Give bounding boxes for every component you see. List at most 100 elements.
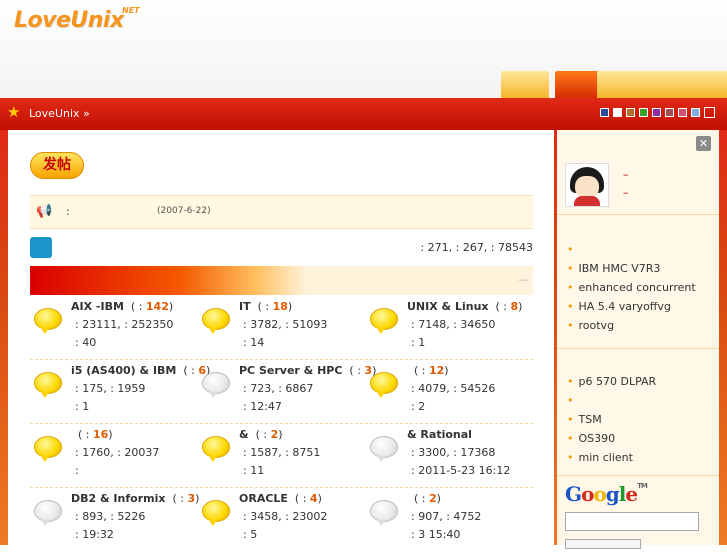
stats-icon — [30, 237, 52, 258]
forum-title[interactable]: UNIX & Linux ( : 8) — [407, 300, 522, 313]
nav-tab-4[interactable] — [639, 71, 687, 98]
main-content: 发帖 📢 : (2007-6-22) : 271, : 267, : 78543… — [8, 130, 554, 545]
new-posts-icon — [370, 308, 398, 334]
forum-title[interactable]: AIX -IBM ( : 142) — [71, 300, 173, 313]
breadcrumb[interactable]: LoveUnix » — [29, 107, 90, 120]
forum-item[interactable]: AIX -IBM ( : 142) : 23111, : 252350 : 40 — [30, 298, 198, 361]
forum-last-post: : 14 — [243, 336, 265, 349]
sidebar-topic-link[interactable]: rootvg — [567, 316, 717, 335]
google-logo: GoogleTM — [565, 482, 648, 506]
nav-tab-2-active[interactable] — [555, 71, 603, 98]
nav-tab-1[interactable] — [501, 71, 549, 98]
today-post-count: 16 — [92, 428, 109, 441]
sidebar-topic-link[interactable] — [567, 240, 717, 259]
forum-last-post: : 3 15:40 — [411, 528, 461, 541]
forum-last-post: : 2 — [411, 400, 426, 413]
forum-item[interactable]: UNIX & Linux ( : 8) : 7148, : 34650 : 1 — [366, 298, 534, 361]
theme-swatch[interactable] — [626, 108, 635, 117]
forum-last-post: : 5 — [243, 528, 258, 541]
sidebar: ✕ – – IBM HMC V7R3enhanced concurrentHA … — [557, 130, 719, 549]
forum-title[interactable]: ( : 12) — [407, 364, 449, 377]
forum-topic-post-counts: : 175, : 1959 — [75, 382, 146, 395]
forum-title[interactable]: ORACLE ( : 4) — [239, 492, 322, 505]
sidebar-topic-list-1: IBM HMC V7R3enhanced concurrentHA 5.4 va… — [567, 240, 717, 335]
sidebar-topic-link[interactable]: enhanced concurrent — [567, 278, 717, 297]
no-new-posts-icon — [370, 500, 398, 526]
theme-swatch[interactable] — [613, 108, 622, 117]
sidebar-divider — [557, 214, 719, 215]
today-post-count: 4 — [309, 492, 318, 505]
theme-swatch[interactable] — [704, 107, 715, 118]
forum-title[interactable]: IT ( : 18) — [239, 300, 292, 313]
theme-swatch[interactable] — [691, 108, 700, 117]
forum-title[interactable]: ( : 16) — [71, 428, 113, 441]
new-posts-icon — [34, 372, 62, 398]
forum-topic-post-counts: : 23111, : 252350 — [75, 318, 174, 331]
no-new-posts-icon — [202, 372, 230, 398]
forum-row-divider — [30, 423, 533, 424]
forum-topic-post-counts: : 1587, : 8751 — [243, 446, 321, 459]
sidebar-topic-link[interactable]: HA 5.4 varyoffvg — [567, 297, 717, 316]
forum-item[interactable]: & Rational: 3300, : 17368: 2011-5-23 16:… — [366, 426, 534, 489]
forum-title[interactable]: & ( : 2) — [239, 428, 283, 441]
forum-item[interactable]: IT ( : 18): 3782, : 51093: 14 — [198, 298, 366, 361]
site-logo[interactable]: LoveUnix — [14, 8, 124, 33]
star-icon: ★ — [7, 103, 21, 121]
collapse-icon[interactable]: — — [518, 273, 529, 286]
today-post-count: 12 — [428, 364, 445, 377]
theme-swatch[interactable] — [652, 108, 661, 117]
forum-item[interactable]: DB2 & Informix ( : 3): 893, : 5226: 19:3… — [30, 490, 199, 553]
sidebar-divider — [557, 475, 719, 476]
sidebar-topic-link[interactable]: TSM — [567, 410, 717, 429]
forum-topic-post-counts: : 7148, : 34650 — [411, 318, 496, 331]
sidebar-topic-link[interactable]: OS390 — [567, 429, 717, 448]
forum-last-post: : 40 — [75, 336, 97, 349]
new-posts-icon — [34, 436, 62, 462]
forum-topic-post-counts: : 723, : 6867 — [243, 382, 314, 395]
forum-item[interactable]: ORACLE ( : 4): 3458, : 23002: 5 — [198, 490, 366, 553]
sidebar-topic-link[interactable]: min client — [567, 448, 717, 467]
forum-item[interactable]: & ( : 2): 1587, : 8751: 11 — [198, 426, 366, 489]
forum-item[interactable]: PC Server & HPC ( : 3): 723, : 6867: 12:… — [198, 362, 376, 425]
forum-title[interactable]: DB2 & Informix ( : 3) — [71, 492, 199, 505]
avatar[interactable] — [565, 163, 609, 207]
announcement-bar: 📢 : (2007-6-22) — [30, 195, 533, 229]
sidebar-topic-link[interactable]: IBM HMC V7R3 — [567, 259, 717, 278]
google-search-input[interactable] — [565, 512, 699, 531]
new-posts-icon — [370, 372, 398, 398]
theme-swatch[interactable] — [600, 108, 609, 117]
forum-item[interactable]: ( : 12): 4079, : 54526: 2 — [366, 362, 534, 425]
forum-title[interactable]: & Rational — [407, 428, 472, 441]
google-search-select[interactable] — [565, 539, 641, 549]
forum-title[interactable]: ( : 2) — [407, 492, 441, 505]
forum-item[interactable]: i5 (AS400) & IBM ( : 6): 175, : 1959: 1 — [30, 362, 210, 425]
forum-title[interactable]: i5 (AS400) & IBM ( : 6) — [71, 364, 210, 377]
announcement-date[interactable]: (2007-6-22) — [157, 206, 211, 216]
announcement-label: : — [66, 205, 70, 218]
theme-swatch[interactable] — [665, 108, 674, 117]
forum-item[interactable]: ( : 16): 1760, : 20037: — [30, 426, 198, 489]
theme-swatch[interactable] — [639, 108, 648, 117]
forum-topic-post-counts: : 3300, : 17368 — [411, 446, 496, 459]
nav-tab-3[interactable] — [597, 71, 645, 98]
user-info-line-2[interactable]: – — [623, 186, 629, 199]
theme-swatch[interactable] — [678, 108, 687, 117]
user-info-line-1[interactable]: – — [623, 168, 629, 181]
forum-title[interactable]: PC Server & HPC ( : 3) — [239, 364, 376, 377]
sidebar-topic-link[interactable]: p6 570 DLPAR — [567, 372, 717, 391]
sidebar-divider — [557, 348, 719, 349]
new-posts-icon — [202, 436, 230, 462]
today-post-count: 8 — [510, 300, 519, 313]
breadcrumb-bar: ★ LoveUnix » — [0, 98, 727, 130]
forum-row-divider — [30, 359, 533, 360]
no-new-posts-icon — [370, 436, 398, 462]
no-new-posts-icon — [34, 500, 62, 526]
new-post-button[interactable]: 发帖 — [30, 152, 84, 179]
forum-item[interactable]: ( : 2) : 907, : 4752 : 3 15:40 — [366, 490, 534, 553]
nav-tab-5[interactable] — [681, 71, 727, 98]
forum-topic-post-counts: : 907, : 4752 — [411, 510, 482, 523]
forum-last-post: : 1 — [411, 336, 426, 349]
today-post-count: 2 — [428, 492, 437, 505]
close-icon[interactable]: ✕ — [696, 136, 711, 151]
sidebar-topic-link[interactable] — [567, 391, 717, 410]
